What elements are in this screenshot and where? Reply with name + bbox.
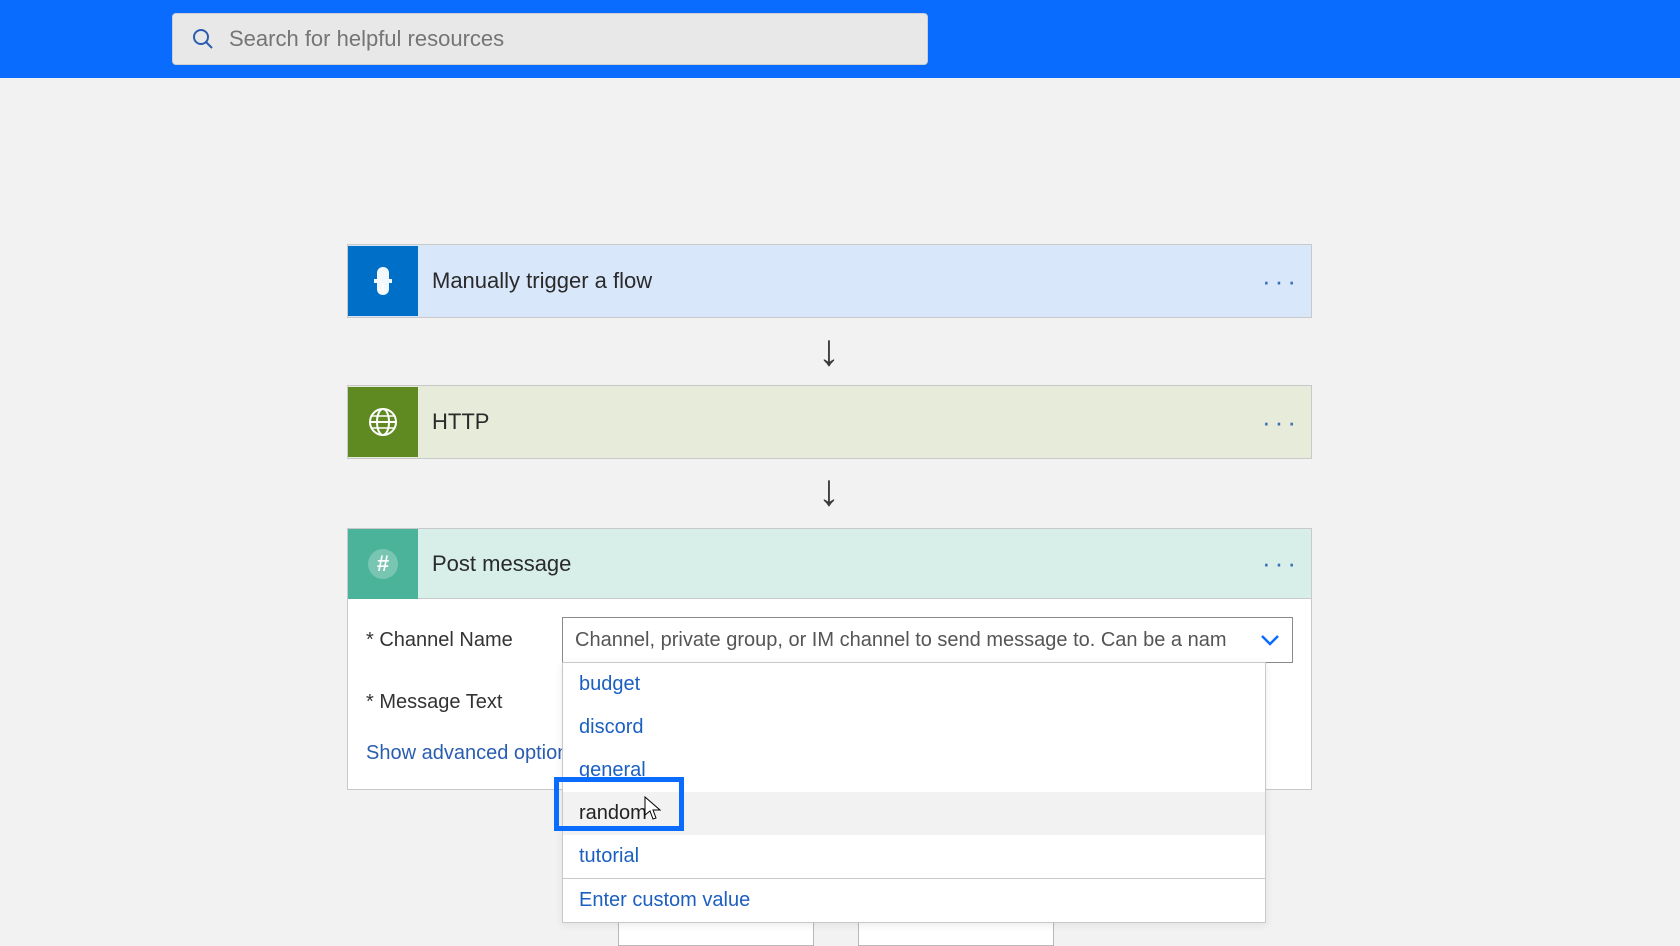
dropdown-option-budget[interactable]: budget <box>563 663 1265 706</box>
search-icon <box>191 27 215 51</box>
search-input[interactable] <box>229 26 909 52</box>
search-box[interactable] <box>172 13 928 65</box>
trigger-menu-icon[interactable]: ··· <box>1251 266 1311 297</box>
http-menu-icon[interactable]: ··· <box>1251 407 1311 438</box>
arrow-icon: ↓ <box>818 326 840 376</box>
chevron-down-icon <box>1260 627 1280 653</box>
trigger-icon <box>348 246 418 316</box>
trigger-card[interactable]: Manually trigger a flow ··· <box>347 244 1312 318</box>
trigger-title: Manually trigger a flow <box>432 268 1251 294</box>
channel-name-label: * Channel Name <box>366 629 562 652</box>
http-title: HTTP <box>432 409 1251 435</box>
channel-select-placeholder: Channel, private group, or IM channel to… <box>575 629 1260 652</box>
dropdown-option-general[interactable]: general <box>563 749 1265 792</box>
post-title: Post message <box>432 551 1251 577</box>
globe-icon <box>348 387 418 457</box>
post-header[interactable]: # Post message ··· <box>348 529 1311 599</box>
dropdown-option-discord[interactable]: discord <box>563 706 1265 749</box>
arrow-icon: ↓ <box>818 466 840 516</box>
http-card[interactable]: HTTP ··· <box>347 385 1312 459</box>
post-body: * Channel Name Channel, private group, o… <box>348 599 1311 789</box>
channel-name-row: * Channel Name Channel, private group, o… <box>366 617 1293 663</box>
post-message-card: # Post message ··· * Channel Name Channe… <box>347 528 1312 790</box>
svg-text:#: # <box>377 551 389 576</box>
dropdown-custom-value[interactable]: Enter custom value <box>563 878 1265 922</box>
top-bar <box>0 0 1680 78</box>
cursor-icon <box>642 795 664 823</box>
dropdown-option-random[interactable]: random <box>563 792 1265 835</box>
dropdown-option-tutorial[interactable]: tutorial <box>563 835 1265 878</box>
post-menu-icon[interactable]: ··· <box>1251 548 1311 579</box>
hash-icon: # <box>348 529 418 599</box>
message-text-label: * Message Text <box>366 691 562 714</box>
channel-dropdown: budget discord general random tutorial E… <box>562 662 1266 923</box>
channel-name-select[interactable]: Channel, private group, or IM channel to… <box>562 617 1293 663</box>
